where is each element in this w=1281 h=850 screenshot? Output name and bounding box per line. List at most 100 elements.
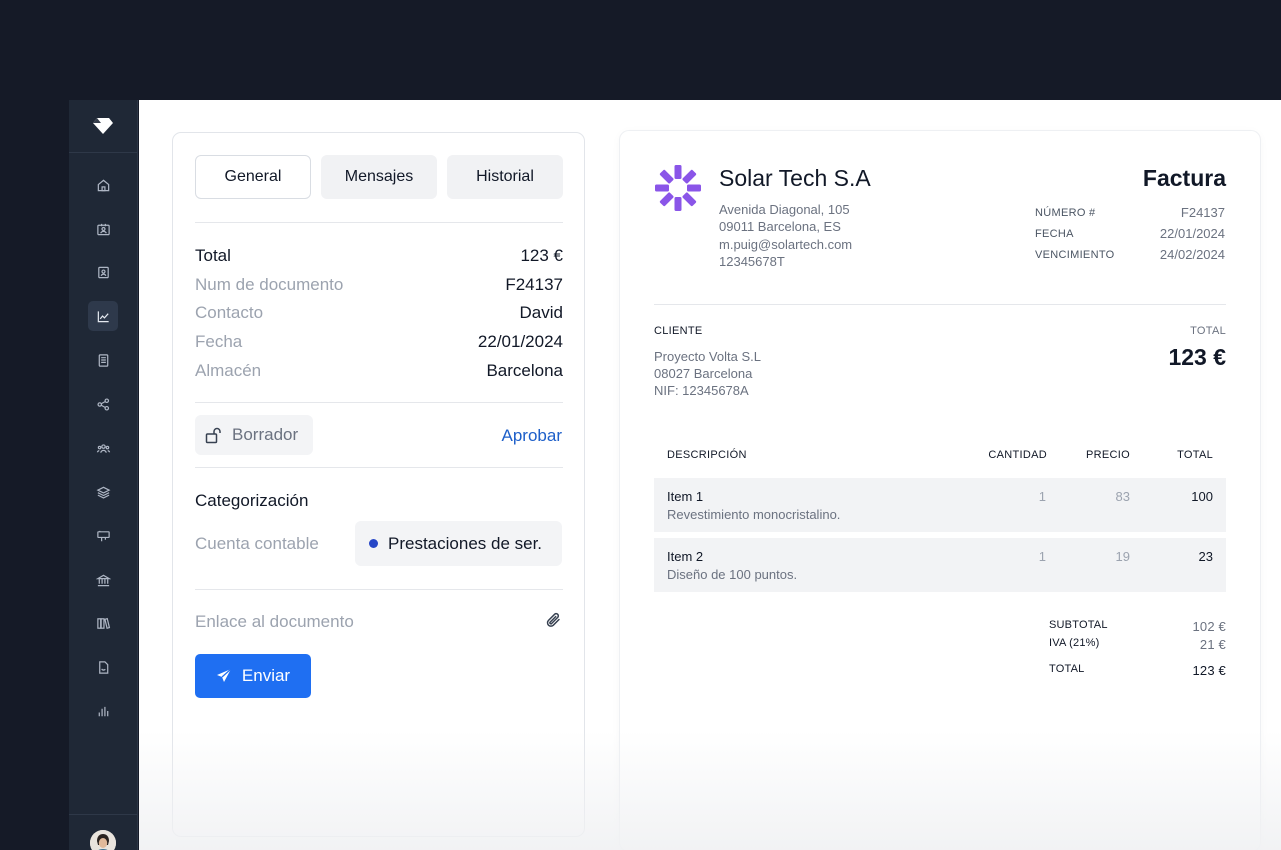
tab-messages[interactable]: Mensajes <box>321 155 437 199</box>
account-value: Prestaciones de ser. <box>388 533 543 553</box>
item-price: 19 <box>1115 549 1130 564</box>
approve-link[interactable]: Aprobar <box>502 426 562 446</box>
meta-label: FECHA <box>1035 227 1074 240</box>
meta-row: VENCIMIENTO 24/02/2024 <box>1035 244 1225 265</box>
meta-label: NÚMERO # <box>1035 206 1096 219</box>
grand-total-label: TOTAL <box>1049 663 1085 675</box>
sidebar-item-statistics[interactable] <box>88 696 118 726</box>
paper-plane-icon <box>216 668 232 682</box>
item-total: 100 <box>1191 489 1213 504</box>
status-badge[interactable]: Borrador <box>195 415 313 455</box>
contacts-card-icon <box>96 223 110 235</box>
column-header-price: PRECIO <box>1086 449 1130 461</box>
attach-button[interactable] <box>545 612 562 634</box>
bar-chart-icon <box>98 706 108 716</box>
unlock-icon <box>205 427 221 443</box>
account-select[interactable]: Prestaciones de ser. <box>355 521 562 566</box>
diamond-logo-icon <box>93 118 113 134</box>
warehouse-label: Almacén <box>195 361 262 380</box>
sidebar-item-team[interactable] <box>88 433 118 463</box>
total-label: Total <box>195 246 231 265</box>
subtotal-row: SUBTOTAL 102 € <box>1049 619 1226 634</box>
categorization-title: Categorización <box>195 491 309 510</box>
file-pdf-icon <box>98 660 108 674</box>
tax-value: 21 € <box>1199 637 1226 652</box>
date-label: Fecha <box>195 332 243 351</box>
contact-row: Contacto David <box>195 303 563 323</box>
item-name: Item 1 <box>667 489 704 504</box>
chart-line-icon <box>97 310 109 322</box>
layers-icon <box>96 486 110 499</box>
total-value: 123 € <box>520 246 563 265</box>
address-line: m.puig@solartech.com <box>719 236 853 252</box>
send-button[interactable]: Enviar <box>195 654 311 698</box>
main-content: General Mensajes Historial Total 123 € N… <box>139 100 1281 850</box>
item-quantity: 1 <box>1038 549 1046 564</box>
subtotal-value: 102 € <box>1192 619 1226 634</box>
presentation-icon <box>96 530 110 541</box>
sidebar-footer <box>69 814 137 850</box>
tax-label: IVA (21%) <box>1049 637 1100 649</box>
divider <box>654 304 1226 305</box>
account-color-dot <box>369 539 378 548</box>
subtotal-label: SUBTOTAL <box>1049 619 1108 631</box>
invoice-meta: NÚMERO # F24137 FECHA 22/01/2024 VENCIMI… <box>1035 202 1225 265</box>
document-link-label[interactable]: Enlace al documento <box>195 612 354 632</box>
table-row: Item 1 Revestimiento monocristalino. 1 8… <box>654 478 1226 532</box>
warehouse-row: Almacén Barcelona <box>195 361 563 381</box>
document-number-value: F24137 <box>505 275 563 294</box>
contact-value[interactable]: David <box>520 303 563 323</box>
app-logo[interactable] <box>69 100 137 153</box>
date-row: Fecha 22/01/2024 <box>195 332 563 352</box>
date-value[interactable]: 22/01/2024 <box>478 332 563 352</box>
sidebar-item-inventory[interactable] <box>88 477 118 507</box>
contact-label: Contacto <box>195 303 264 322</box>
id-card-icon <box>97 266 109 278</box>
sidebar-item-integrations[interactable] <box>88 389 118 419</box>
sidebar <box>69 100 138 850</box>
send-button-label: Enviar <box>241 666 291 685</box>
address-line: 12345678T <box>719 254 785 270</box>
item-name: Item 2 <box>667 549 704 564</box>
sidebar-item-accounting[interactable] <box>88 608 118 638</box>
sidebar-item-directory[interactable] <box>88 257 118 287</box>
total-row: Total 123 € <box>195 246 563 266</box>
company-name: Solar Tech S.A <box>719 165 871 191</box>
item-description: Diseño de 100 puntos. <box>667 567 798 582</box>
sidebar-item-documents[interactable] <box>88 345 118 375</box>
sidebar-item-projects[interactable] <box>88 521 118 551</box>
document-icon <box>98 353 108 367</box>
divider <box>195 467 563 468</box>
sidebar-item-reports[interactable] <box>88 652 118 682</box>
meta-value: 24/02/2024 <box>1159 247 1225 262</box>
sidebar-item-banking[interactable] <box>88 565 118 595</box>
meta-value: 22/01/2024 <box>1159 226 1225 241</box>
account-label: Cuenta contable <box>195 534 319 553</box>
tab-bar: General Mensajes Historial <box>195 155 563 199</box>
item-price: 83 <box>1115 489 1130 504</box>
paperclip-icon <box>546 612 560 627</box>
client-line: 08027 Barcelona <box>654 366 753 381</box>
item-total: 23 <box>1198 549 1213 564</box>
divider <box>195 402 563 403</box>
invoice-total-label: TOTAL <box>1190 325 1226 337</box>
warehouse-value[interactable]: Barcelona <box>486 361 563 381</box>
tab-history[interactable]: Historial <box>447 155 563 199</box>
divider <box>195 589 563 590</box>
grand-total-row: TOTAL 123 € <box>1049 663 1226 678</box>
user-avatar[interactable] <box>90 830 116 850</box>
meta-row: FECHA 22/01/2024 <box>1035 223 1225 244</box>
tab-general[interactable]: General <box>195 155 311 199</box>
sidebar-item-analytics[interactable] <box>88 301 118 331</box>
sidebar-item-home[interactable] <box>88 170 118 200</box>
users-icon <box>96 443 110 453</box>
sidebar-item-contacts[interactable] <box>88 214 118 244</box>
company-address: Avenida Diagonal, 105 09011 Barcelona, E… <box>719 201 852 271</box>
address-line: Avenida Diagonal, 105 <box>719 202 850 217</box>
client-details: Proyecto Volta S.L 08027 Barcelona NIF: … <box>654 348 761 399</box>
column-header-total: TOTAL <box>1177 449 1213 461</box>
document-details-panel: General Mensajes Historial Total 123 € N… <box>172 132 585 837</box>
column-header-quantity: CANTIDAD <box>988 449 1047 461</box>
home-icon <box>97 179 109 191</box>
meta-label: VENCIMIENTO <box>1035 248 1115 261</box>
